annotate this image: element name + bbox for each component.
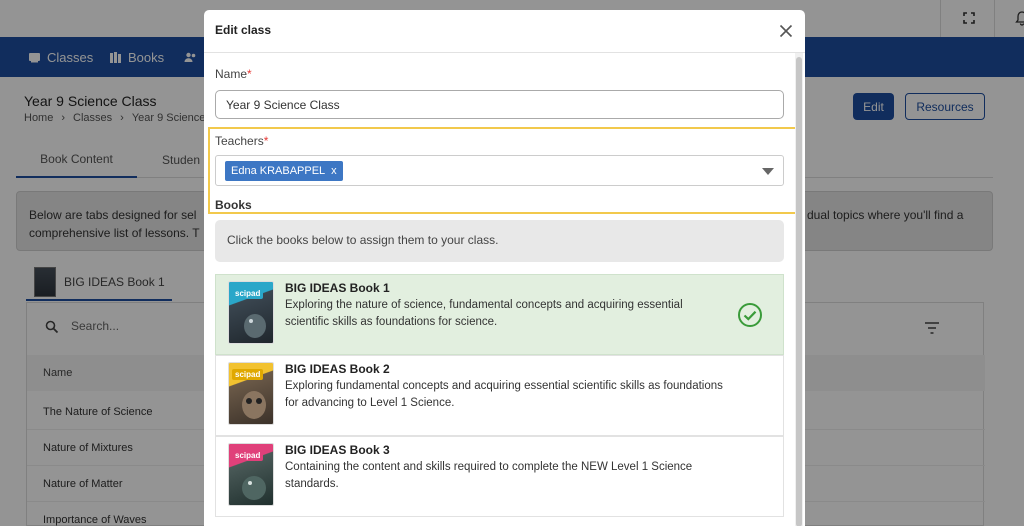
- teachers-label: Teachers*: [215, 134, 269, 148]
- close-icon: [779, 24, 793, 38]
- chip-remove-button[interactable]: x: [331, 165, 337, 177]
- check-circle-icon: [737, 302, 763, 333]
- teachers-select[interactable]: Edna KRABAPPEL x: [215, 155, 784, 186]
- book-cover: scipad: [228, 362, 274, 425]
- scipad-logo: scipad: [232, 288, 264, 299]
- book-title: BIG IDEAS Book 1: [285, 281, 390, 295]
- dropdown-arrow-icon[interactable]: [762, 168, 774, 175]
- name-input[interactable]: [215, 90, 784, 119]
- required-mark: *: [247, 67, 252, 81]
- teacher-chip: Edna KRABAPPEL x: [225, 161, 343, 181]
- book-title: BIG IDEAS Book 3: [285, 443, 390, 457]
- edit-class-modal: Edit class Name* Teachers* Edna KRABAPPE…: [204, 10, 805, 526]
- close-button[interactable]: [776, 21, 796, 41]
- name-label: Name*: [215, 67, 252, 81]
- book-cover: scipad: [228, 443, 274, 506]
- scipad-logo: scipad: [232, 450, 264, 461]
- book-card-1[interactable]: scipad BIG IDEAS Book 1 Exploring the na…: [215, 274, 784, 355]
- book-title: BIG IDEAS Book 2: [285, 362, 390, 376]
- book-description: Containing the content and skills requir…: [285, 461, 693, 490]
- scipad-logo: scipad: [232, 369, 264, 380]
- book-description: Exploring the nature of science, fundame…: [285, 299, 683, 328]
- modal-scrollbar[interactable]: [795, 53, 803, 526]
- book-card-2[interactable]: scipad BIG IDEAS Book 2 Exploring fundam…: [215, 355, 784, 436]
- book-card-3[interactable]: scipad BIG IDEAS Book 3 Containing the c…: [215, 436, 784, 517]
- books-hint: Click the books below to assign them to …: [215, 220, 784, 262]
- book-description: Exploring fundamental concepts and acqui…: [285, 380, 723, 409]
- required-mark: *: [263, 134, 269, 148]
- modal-header: Edit class: [204, 10, 805, 53]
- book-cover: scipad: [228, 281, 274, 344]
- teacher-chip-label: Edna KRABAPPEL: [231, 165, 326, 177]
- modal-title: Edit class: [215, 23, 272, 37]
- books-heading: Books: [215, 198, 252, 212]
- scrollbar-thumb[interactable]: [796, 57, 802, 526]
